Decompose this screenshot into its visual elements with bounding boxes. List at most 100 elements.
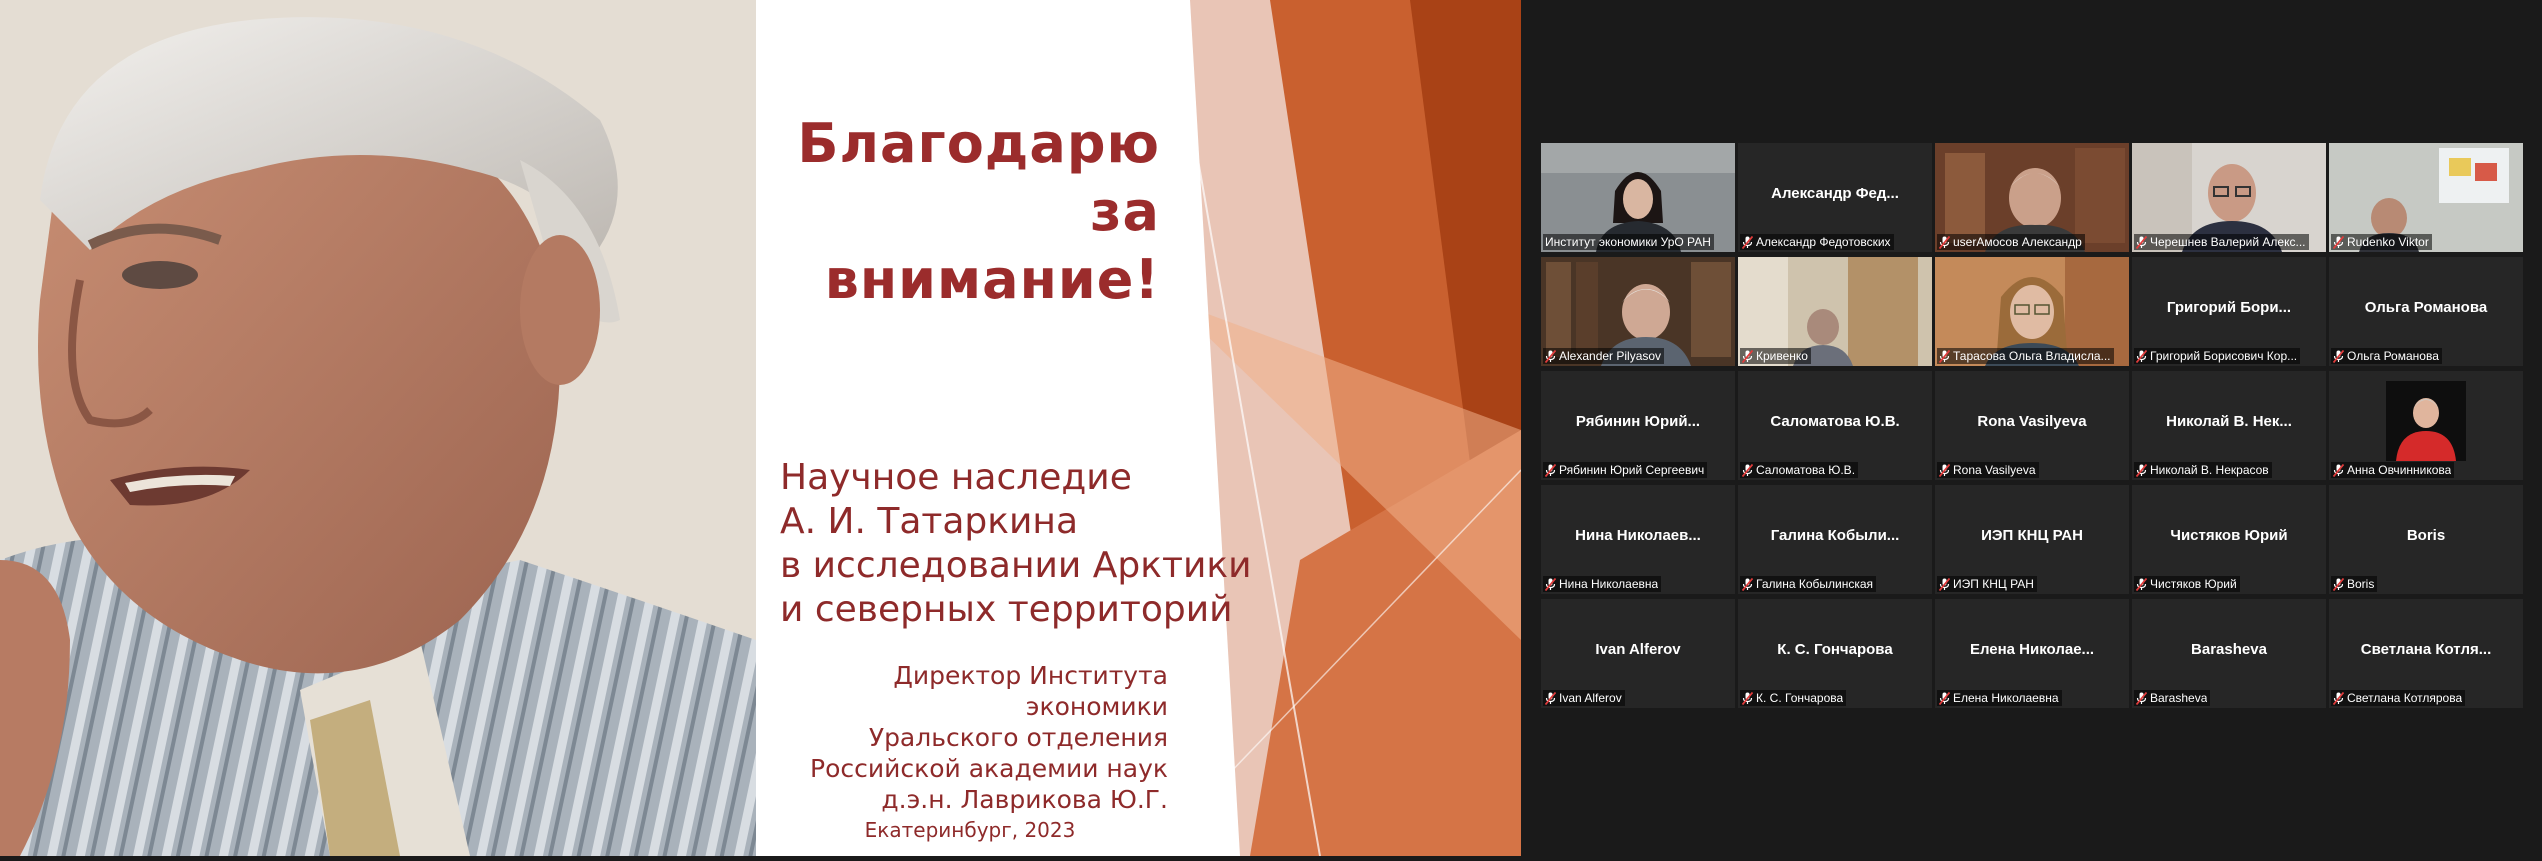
participant-name-text: Николай В. Некрасов: [2150, 463, 2269, 477]
participant-tile[interactable]: Саломатова Ю.В. Саломатова Ю.В.: [1738, 371, 1932, 480]
participant-display-name: Григорий Бори...: [2166, 299, 2292, 316]
participant-name-label: Александр Федотовских: [1740, 234, 1894, 250]
mic-muted-icon: [1545, 463, 1556, 477]
participant-name-label: Нина Николаевна: [1543, 576, 1662, 592]
subtitle-line: А. И. Татаркина: [780, 501, 1079, 542]
participant-tile[interactable]: Rona Vasilyeva Rona Vasilyeva: [1935, 371, 2129, 480]
participant-tile[interactable]: Barasheva Barasheva: [2132, 599, 2326, 708]
participant-display-name: Александр Фед...: [1771, 185, 1899, 202]
mic-muted-icon: [2136, 463, 2147, 477]
mic-muted-icon: [2333, 463, 2344, 477]
mic-muted-icon: [1939, 463, 1950, 477]
participant-display-name: Boris: [2406, 527, 2446, 544]
author-line: Российской академии наук: [810, 754, 1168, 783]
participant-tile[interactable]: Елена Николае... Елена Николаевна: [1935, 599, 2129, 708]
participant-tile[interactable]: Григорий Бори... Григорий Борисович Кор..…: [2132, 257, 2326, 366]
participant-tile[interactable]: Светлана Котля... Светлана Котлярова: [2329, 599, 2523, 708]
participant-name-text: Чистяков Юрий: [2150, 577, 2237, 591]
participant-tile[interactable]: Институт экономики УрО РАН: [1541, 143, 1735, 252]
subtitle-line: и северных территорий: [780, 589, 1233, 630]
participant-name-label: Анна Овчинникова: [2331, 462, 2455, 478]
participant-tile[interactable]: Нина Николаев... Нина Николаевна: [1541, 485, 1735, 594]
participant-tile[interactable]: Галина Кобыли... Галина Кобылинская: [1738, 485, 1932, 594]
participant-tile[interactable]: Alexander Pilyasov: [1541, 257, 1735, 366]
participant-tile[interactable]: Николай В. Нек... Николай В. Некрасов: [2132, 371, 2326, 480]
participant-name-text: Alexander Pilyasov: [1559, 349, 1662, 363]
participant-name-label: Елена Николаевна: [1937, 690, 2062, 706]
participant-tile[interactable]: Boris Boris: [2329, 485, 2523, 594]
mic-muted-icon: [1939, 349, 1950, 363]
participant-name-label: Ольга Романова: [2331, 348, 2442, 364]
slide-title-line-1: Благодарю за: [797, 112, 1160, 243]
participant-tile[interactable]: Анна Овчинникова: [2329, 371, 2523, 480]
participant-display-name: К. С. Гончарова: [1777, 641, 1893, 658]
participant-name-text: Ольга Романова: [2347, 349, 2439, 363]
mic-muted-icon: [1939, 691, 1950, 705]
author-line: Уральского отделения: [868, 723, 1168, 752]
participants-gallery: Институт экономики УрО РАН Александр Фед.…: [1521, 0, 2542, 861]
participant-display-name: Елена Николае...: [1969, 641, 2095, 658]
subtitle-line: в исследовании Арктики: [780, 545, 1252, 586]
participant-name-text: Кривенко: [1756, 349, 1808, 363]
participant-tile[interactable]: Тарасова Ольга Владисла...: [1935, 257, 2129, 366]
mic-muted-icon: [2136, 349, 2147, 363]
participant-tile[interactable]: Кривенко: [1738, 257, 1932, 366]
participant-display-name: Ivan Alferov: [1595, 641, 1681, 658]
participant-display-name: Саломатова Ю.В.: [1770, 413, 1900, 430]
mic-muted-icon: [1545, 691, 1556, 705]
participant-name-text: Нина Николаевна: [1559, 577, 1659, 591]
participant-name-text: Анна Овчинникова: [2347, 463, 2452, 477]
slide-title: Благодарю за внимание!: [760, 110, 1160, 314]
participant-tile[interactable]: К. С. Гончарова К. С. Гончарова: [1738, 599, 1932, 708]
participant-tile[interactable]: Черешнев Валерий Алекс...: [2132, 143, 2326, 252]
participant-tile[interactable]: Ivan Alferov Ivan Alferov: [1541, 599, 1735, 708]
author-line: Директор Института экономики: [893, 661, 1168, 721]
mic-muted-icon: [2333, 235, 2344, 249]
participant-tile[interactable]: Чистяков Юрий Чистяков Юрий: [2132, 485, 2326, 594]
participant-name-label: Рябинин Юрий Сергеевич: [1543, 462, 1708, 478]
mic-muted-icon: [1742, 691, 1753, 705]
participant-tile[interactable]: Рябинин Юрий... Рябинин Юрий Сергеевич: [1541, 371, 1735, 480]
slide-title-line-2: внимание!: [824, 248, 1160, 311]
participant-tile[interactable]: ИЭП КНЦ РАН ИЭП КНЦ РАН: [1935, 485, 2129, 594]
participant-name-label: Alexander Pilyasov: [1543, 348, 1665, 364]
participant-name-text: Barasheva: [2150, 691, 2208, 705]
participant-name-label: ИЭП КНЦ РАН: [1937, 576, 2037, 592]
participant-name-text: ИЭП КНЦ РАН: [1953, 577, 2034, 591]
participant-name-label: К. С. Гончарова: [1740, 690, 1847, 706]
participant-name-label: Кривенко: [1740, 348, 1811, 364]
participant-name-text: Институт экономики УрО РАН: [1545, 235, 1711, 249]
participant-name-label: Rudenko Viktor: [2331, 234, 2432, 250]
participant-name-label: Институт экономики УрО РАН: [1543, 234, 1714, 250]
participant-name-text: Черешнев Валерий Алекс...: [2150, 235, 2306, 249]
slide-place-year: Екатеринбург, 2023: [864, 818, 1076, 842]
participant-display-name: Галина Кобыли...: [1770, 527, 1900, 544]
participant-name-label: Григорий Борисович Кор...: [2134, 348, 2301, 364]
slide-subtitle: Научное наследие А. И. Татаркина в иссле…: [780, 456, 1260, 632]
participant-name-text: Григорий Борисович Кор...: [2150, 349, 2298, 363]
slide-decoration: [1150, 0, 1521, 856]
mic-muted-icon: [1545, 577, 1556, 591]
participant-tile[interactable]: Александр Фед... Александр Федотовских: [1738, 143, 1932, 252]
mic-muted-icon: [1742, 463, 1753, 477]
mic-muted-icon: [1939, 235, 1950, 249]
participant-name-label: Саломатова Ю.В.: [1740, 462, 1859, 478]
participant-name-label: Светлана Котлярова: [2331, 690, 2466, 706]
participant-name-text: Александр Федотовских: [1756, 235, 1891, 249]
participant-name-label: Черешнев Валерий Алекс...: [2134, 234, 2309, 250]
participant-name-label: Чистяков Юрий: [2134, 576, 2240, 592]
participant-display-name: Светлана Котля...: [2360, 641, 2492, 658]
slide-author: Директор Института экономики Уральского …: [760, 660, 1168, 815]
participant-tile[interactable]: userАмосов Александр: [1935, 143, 2129, 252]
mic-muted-icon: [2136, 235, 2147, 249]
mic-muted-icon: [1545, 349, 1556, 363]
participant-tile[interactable]: Ольга Романова Ольга Романова: [2329, 257, 2523, 366]
mic-muted-icon: [2136, 577, 2147, 591]
participant-tile[interactable]: Rudenko Viktor: [2329, 143, 2523, 252]
participant-display-name: Barasheva: [2191, 641, 2267, 658]
participant-name-text: Boris: [2347, 577, 2375, 591]
shared-screen-slide: Благодарю за внимание! Научное наследие …: [0, 0, 1521, 856]
participant-name-label: Галина Кобылинская: [1740, 576, 1877, 592]
participant-name-text: userАмосов Александр: [1953, 235, 2082, 249]
participant-name-label: Barasheva: [2134, 690, 2211, 706]
